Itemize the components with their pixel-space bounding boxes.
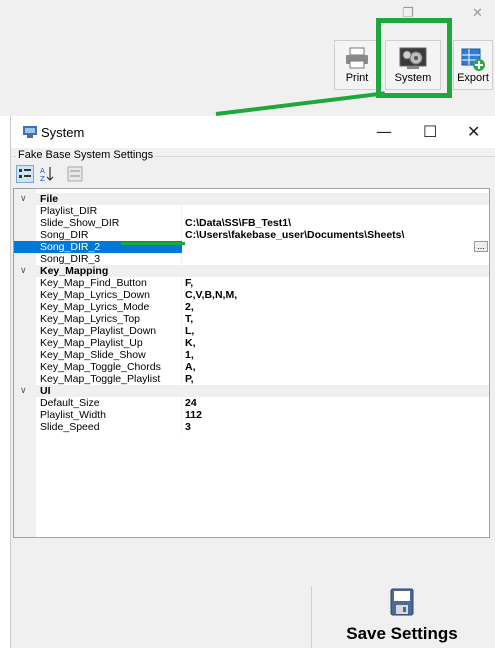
property-value[interactable]: 24 (185, 397, 197, 409)
categorized-view-icon[interactable] (16, 165, 34, 183)
property-row[interactable]: Key_Map_Lyrics_Mode 2, (14, 301, 489, 313)
app-toolbar: ❐ ✕ Print System Export (0, 0, 495, 116)
property-name: Key_Map_Toggle_Playlist (40, 373, 161, 385)
system-window: System — ☐ ✕ Fake Base System Settings A… (10, 116, 495, 648)
export-button[interactable]: Export (453, 40, 493, 90)
property-row[interactable]: Key_Map_Lyrics_Top T, (14, 313, 489, 325)
property-name: Playlist_DIR (40, 205, 98, 217)
settings-group-label: Fake Base System Settings (16, 149, 156, 161)
printer-icon (346, 47, 368, 69)
property-value[interactable]: 2, (185, 301, 194, 313)
property-row[interactable]: Key_Map_Slide_Show 1, (14, 349, 489, 361)
window-close-icon[interactable]: ✕ (467, 122, 480, 141)
song-dir-highlight-mark (121, 242, 185, 245)
property-row[interactable]: Key_Map_Toggle_Playlist P, (14, 373, 489, 385)
window-titlebar: System — ☐ ✕ (11, 116, 495, 148)
svg-text:A: A (40, 167, 45, 175)
maximize-icon[interactable]: ☐ (423, 122, 437, 141)
property-name: Default_Size (40, 397, 100, 409)
category-key-mapping[interactable]: ∨ Key_Mapping (14, 265, 489, 277)
property-row[interactable]: Key_Map_Playlist_Up K, (14, 337, 489, 349)
property-row[interactable]: Slide_Speed 3 (14, 421, 489, 433)
property-row[interactable]: Playlist_Width 112 (14, 409, 489, 421)
category-file[interactable]: ∨ File (14, 193, 489, 205)
property-value[interactable]: 112 (185, 409, 202, 421)
property-value[interactable]: P, (185, 373, 194, 385)
close-icon[interactable]: ✕ (472, 6, 483, 21)
print-button-label: Print (345, 72, 369, 84)
property-name: Key_Map_Find_Button (40, 277, 147, 289)
property-value[interactable]: T, (185, 313, 193, 325)
property-value[interactable]: C:\Data\SS\FB_Test1\ (185, 217, 291, 229)
category-ui[interactable]: ∨ UI (14, 385, 489, 397)
export-icon (461, 48, 485, 71)
property-row[interactable]: Default_Size 24 (14, 397, 489, 409)
category-label: UI (40, 385, 51, 397)
property-value[interactable]: 1, (185, 349, 194, 361)
property-grid[interactable]: ∨ File Playlist_DIR Slide_Show_DIR C:\Da… (13, 188, 490, 538)
property-name: Key_Map_Playlist_Down (40, 325, 157, 337)
property-name: Song_DIR_3 (40, 253, 101, 265)
property-name: Key_Map_Slide_Show (40, 349, 146, 361)
property-value-editor[interactable]: ... (182, 241, 489, 253)
property-row[interactable]: Key_Map_Toggle_Chords A, (14, 361, 489, 373)
property-row[interactable]: Key_Map_Lyrics_Down C,V,B,N,M, (14, 289, 489, 301)
property-value[interactable]: C:\Users\fakebase_user\Documents\Sheets\ (185, 229, 404, 241)
floppy-disk-icon (390, 588, 414, 616)
property-name: Slide_Speed (40, 421, 100, 433)
property-value[interactable]: F, (185, 277, 193, 289)
property-row[interactable]: Song_DIR_3 (14, 253, 489, 265)
property-name: Key_Map_Playlist_Up (40, 337, 143, 349)
property-row[interactable]: Key_Map_Find_Button F, (14, 277, 489, 289)
collapse-chevron-icon[interactable]: ∨ (20, 265, 27, 277)
property-value[interactable]: K, (185, 337, 196, 349)
system-button-highlight (376, 18, 452, 98)
save-settings-label: Save Settings (346, 624, 458, 643)
property-row[interactable]: Slide_Show_DIR C:\Data\SS\FB_Test1\ (14, 217, 489, 229)
property-value[interactable]: A, (185, 361, 196, 373)
property-value[interactable]: C,V,B,N,M, (185, 289, 237, 301)
property-row[interactable]: Song_DIR C:\Users\fakebase_user\Document… (14, 229, 489, 241)
property-row[interactable]: Key_Map_Playlist_Down L, (14, 325, 489, 337)
collapse-chevron-icon[interactable]: ∨ (20, 385, 27, 397)
property-pages-icon[interactable] (66, 165, 84, 183)
export-button-label: Export (457, 72, 489, 84)
minimize-icon[interactable]: — (376, 122, 392, 141)
property-name: Key_Map_Lyrics_Down (40, 289, 150, 301)
property-name: Key_Map_Lyrics_Top (40, 313, 140, 325)
property-name: Key_Map_Toggle_Chords (40, 361, 161, 373)
save-settings-button[interactable]: Save Settings (311, 586, 492, 648)
property-row-selected[interactable]: Song_DIR_2 ... (14, 241, 489, 253)
category-label: File (40, 193, 59, 205)
window-title: System (41, 125, 85, 140)
bottom-button-bar: Save Settings (11, 586, 495, 648)
property-name: Slide_Show_DIR (40, 217, 120, 229)
property-name: Key_Map_Lyrics_Mode (40, 301, 150, 313)
property-row[interactable]: Playlist_DIR (14, 205, 489, 217)
window-app-icon (23, 126, 37, 138)
property-name: Playlist_Width (40, 409, 106, 421)
alphabetical-sort-icon[interactable]: A Z (39, 165, 55, 183)
svg-text:Z: Z (40, 175, 45, 183)
collapse-chevron-icon[interactable]: ∨ (20, 193, 27, 205)
print-button[interactable]: Print (334, 40, 380, 90)
property-name: Song_DIR (40, 229, 89, 241)
property-value[interactable]: L, (185, 325, 194, 337)
property-value[interactable]: 3 (185, 421, 191, 433)
category-label: Key_Mapping (40, 265, 109, 277)
browse-ellipsis-button[interactable]: ... (474, 241, 488, 252)
